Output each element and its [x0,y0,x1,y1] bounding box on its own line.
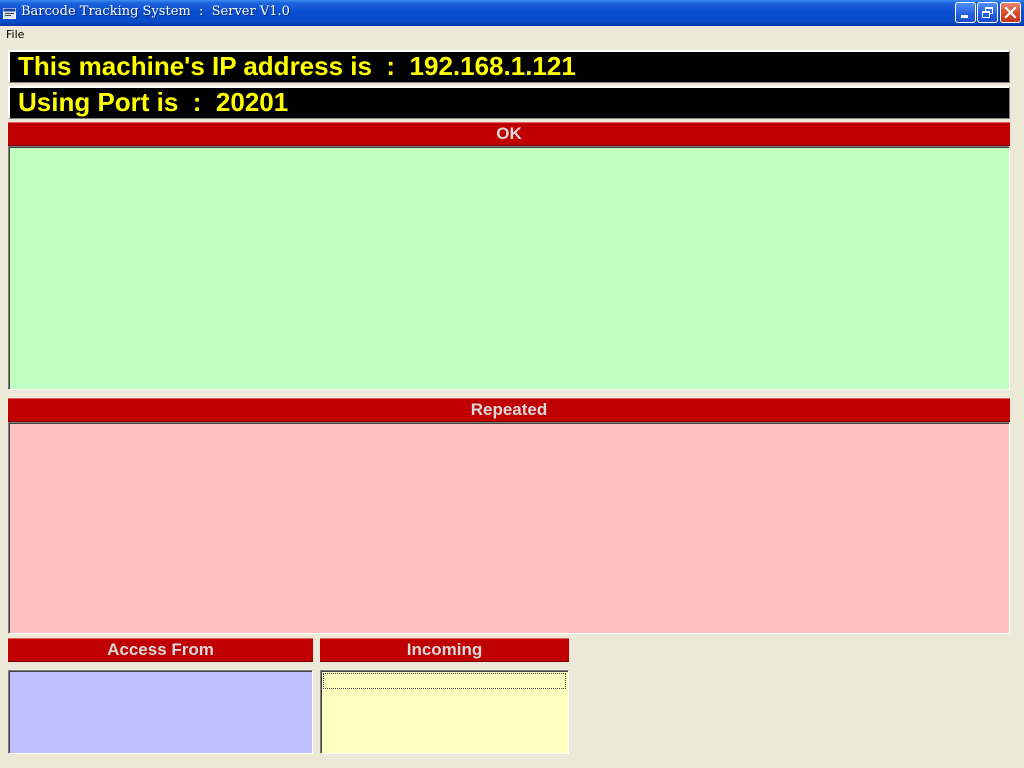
incoming-list-focused-row[interactable] [323,673,566,689]
ok-section-header: OK [8,122,1010,146]
repeated-section-header: Repeated [8,398,1010,422]
minimize-button[interactable] [955,2,976,23]
incoming-list[interactable] [320,670,569,754]
title-bar[interactable]: Barcode Tracking System : Server V1.0 [0,0,1024,26]
incoming-header: Incoming [320,638,569,662]
access-from-header: Access From [8,638,313,662]
repeated-list[interactable] [8,422,1010,634]
window-title: Barcode Tracking System : Server V1.0 [21,4,290,19]
ip-address-banner: This machine's IP address is : 192.168.1… [8,50,1010,83]
menu-file[interactable]: File [6,28,24,41]
minimize-icon [961,15,968,18]
ok-list[interactable] [8,146,1010,390]
access-from-list[interactable] [8,670,313,754]
menu-bar: File [0,26,1024,44]
restore-button[interactable] [977,2,998,23]
close-button[interactable] [1000,2,1021,23]
restore-icon [982,7,993,18]
close-icon [1004,6,1017,19]
port-banner: Using Port is : 20201 [8,86,1010,119]
app-window-icon[interactable] [3,6,16,19]
